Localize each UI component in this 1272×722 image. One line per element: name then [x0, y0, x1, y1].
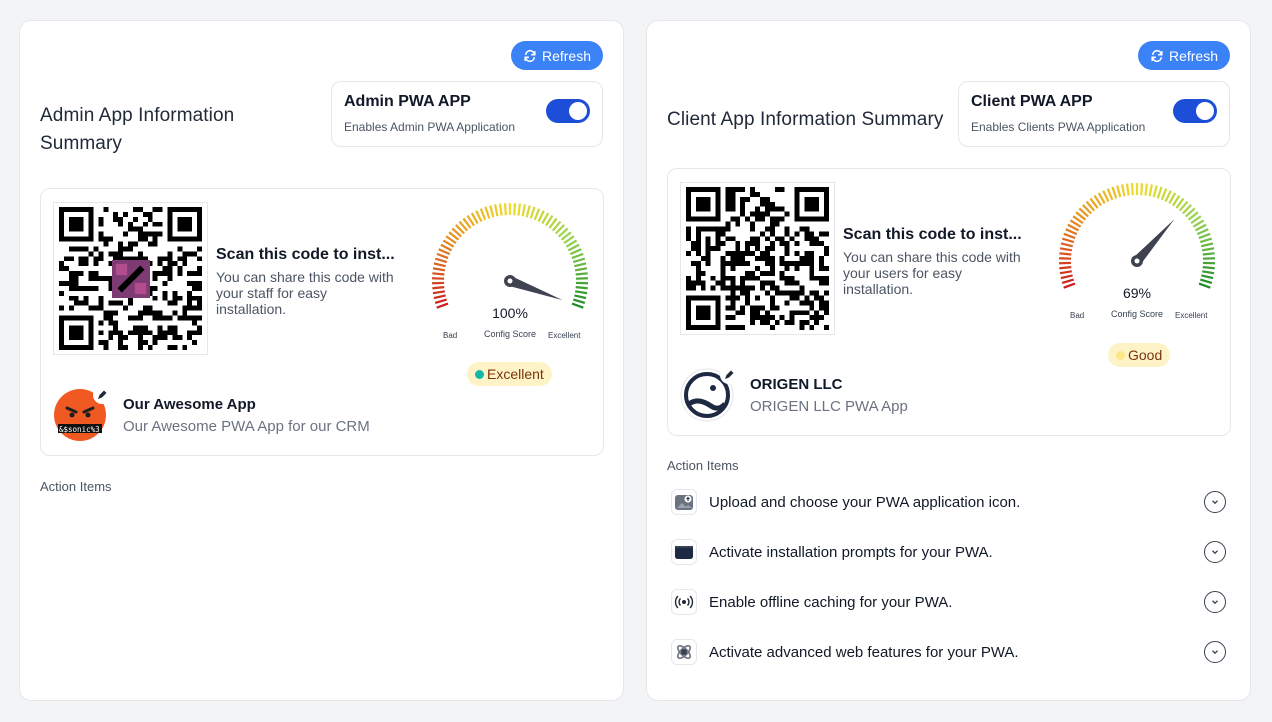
- refresh-icon: [1151, 49, 1163, 62]
- client-scan-description: You can share this code with your users …: [843, 249, 1021, 297]
- admin-bad-label: Bad: [443, 331, 458, 340]
- client-panel-title: Client App Information Summary: [667, 109, 944, 130]
- edit-pencil-icon[interactable]: [93, 386, 111, 404]
- client-bad-label: Bad: [1070, 311, 1085, 320]
- client-pwa-toggle-card: Client PWA APP Enables Clients PWA Appli…: [958, 81, 1230, 147]
- admin-refresh-button[interactable]: Refresh: [510, 41, 603, 70]
- admin-config-gauge: 100% Config Score Bad Excellent: [425, 201, 595, 351]
- client-config-gauge: 69% Config Score Bad Excellent: [1052, 181, 1222, 331]
- action-item-label: Activate advanced web features for your …: [709, 643, 1019, 661]
- chevron-down-icon[interactable]: [1204, 641, 1226, 663]
- admin-app-row: &$sonic%3 Our Awesome App Our Awesome PW…: [53, 386, 370, 442]
- admin-action-items-label: Action Items: [40, 479, 112, 494]
- refresh-label: Refresh: [1168, 47, 1218, 64]
- action-item-label: Activate installation prompts for your P…: [709, 543, 993, 561]
- admin-scan-description: You can share this code with your staff …: [216, 269, 394, 317]
- action-item-offline-caching[interactable]: Enable offline caching for your PWA.: [671, 586, 1226, 618]
- admin-app-name: Our Awesome App: [123, 395, 256, 413]
- chevron-down-icon[interactable]: [1204, 591, 1226, 613]
- client-scan-title: Scan this code to inst...: [843, 226, 1022, 243]
- admin-pwa-switch[interactable]: [546, 99, 590, 123]
- client-action-items-label: Action Items: [667, 458, 739, 473]
- action-item-label: Enable offline caching for your PWA.: [709, 593, 953, 611]
- client-app-avatar[interactable]: [680, 366, 738, 422]
- admin-info-card: Scan this code to inst... You can share …: [40, 188, 604, 456]
- action-item-upload-icon[interactable]: Upload and choose your PWA application i…: [671, 486, 1226, 518]
- client-refresh-button[interactable]: Refresh: [1137, 41, 1230, 70]
- chevron-down-icon[interactable]: [1204, 541, 1226, 563]
- client-app-row: ORIGEN LLC ORIGEN LLC PWA App: [680, 366, 908, 422]
- admin-excellent-label: Excellent: [548, 331, 581, 340]
- client-status-badge: Good: [1108, 343, 1171, 367]
- refresh-label: Refresh: [541, 47, 591, 64]
- admin-status-text: Excellent: [487, 366, 544, 382]
- admin-score-value: 100%: [492, 305, 528, 321]
- status-dot-icon: [475, 369, 484, 379]
- client-app-name: ORIGEN LLC: [750, 375, 843, 393]
- install-prompt-icon: [671, 539, 697, 565]
- client-score-label: Config Score: [1110, 309, 1164, 319]
- status-dot-icon: [1116, 350, 1125, 360]
- admin-panel-title: Admin App Information Summary: [40, 105, 235, 154]
- admin-panel: Refresh Admin App Information Summary Ad…: [19, 20, 624, 701]
- client-status-text: Good: [1128, 347, 1163, 363]
- admin-scan-title: Scan this code to inst...: [216, 246, 395, 263]
- image-upload-icon: [671, 489, 697, 515]
- client-qr-code: [680, 182, 835, 335]
- refresh-icon: [524, 49, 536, 62]
- avatar-caption: &$sonic%3: [59, 425, 100, 434]
- client-app-description: ORIGEN LLC PWA App: [750, 397, 908, 415]
- edit-pencil-icon[interactable]: [720, 366, 738, 384]
- client-info-card: Scan this code to inst... You can share …: [667, 168, 1231, 436]
- chevron-down-icon[interactable]: [1204, 491, 1226, 513]
- admin-score-label: Config Score: [483, 329, 537, 339]
- client-pwa-switch[interactable]: [1173, 99, 1217, 123]
- action-item-label: Upload and choose your PWA application i…: [709, 493, 1021, 511]
- admin-pwa-toggle-card: Admin PWA APP Enables Admin PWA Applicat…: [331, 81, 603, 147]
- action-item-install-prompts[interactable]: Activate installation prompts for your P…: [671, 536, 1226, 568]
- client-score-value: 69%: [1122, 285, 1152, 301]
- admin-status-badge: Excellent: [467, 362, 552, 386]
- admin-qr-code: [53, 202, 208, 355]
- app-logo-overlay-icon: [112, 260, 150, 298]
- broadcast-icon: [671, 589, 697, 615]
- client-panel: Refresh Client App Information Summary C…: [646, 20, 1251, 701]
- action-item-advanced-features[interactable]: Activate advanced web features for your …: [671, 636, 1226, 668]
- client-excellent-label: Excellent: [1175, 311, 1208, 320]
- admin-app-description: Our Awesome PWA App for our CRM: [123, 417, 370, 435]
- admin-app-avatar[interactable]: &$sonic%3: [53, 386, 111, 442]
- atom-icon: [671, 639, 697, 665]
